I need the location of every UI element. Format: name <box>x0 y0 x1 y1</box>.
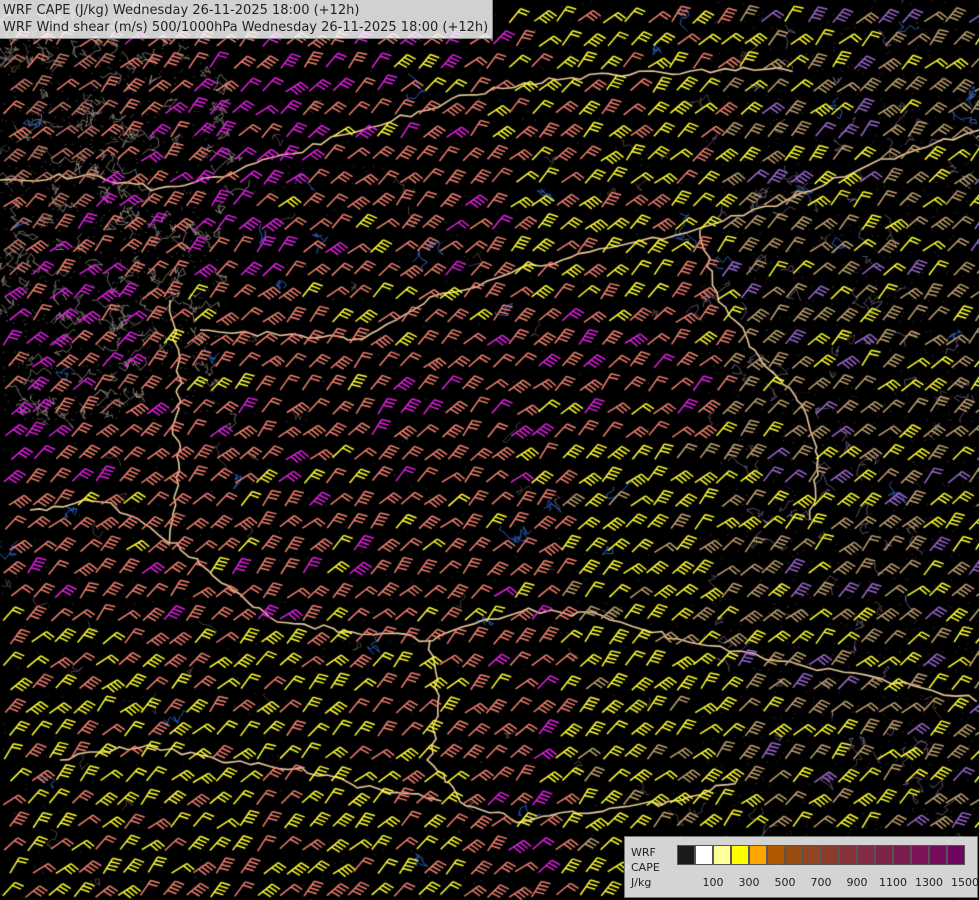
legend-tick-label: 1500 <box>951 876 979 889</box>
legend-swatch <box>695 845 713 865</box>
legend-swatch <box>911 845 929 865</box>
legend-swatch <box>749 845 767 865</box>
legend-model-label: WRF <box>631 846 656 859</box>
legend-swatch <box>803 845 821 865</box>
legend-unit-label: J/kg <box>631 876 652 889</box>
legend-tick-label: 900 <box>846 876 868 889</box>
map-title-box: WRF CAPE (J/kg) Wednesday 26-11-2025 18:… <box>0 0 494 39</box>
legend-swatch <box>893 845 911 865</box>
legend-ticks: 100 300 500 700 900 1100 1300 1500 <box>677 876 979 890</box>
legend-swatch <box>839 845 857 865</box>
legend-tick-label: 1300 <box>915 876 943 889</box>
legend-labels: WRF CAPE J/kg <box>631 845 660 890</box>
cape-legend: WRF CAPE J/kg 100 300 500 700 900 1100 1300 150… <box>624 836 979 898</box>
legend-tick-label: 100 <box>702 876 724 889</box>
legend-tick-label: 300 <box>738 876 760 889</box>
cape-title: WRF CAPE (J/kg) Wednesday 26-11-2025 18:… <box>3 3 360 18</box>
legend-swatch <box>767 845 785 865</box>
legend-tick-label: 500 <box>774 876 796 889</box>
legend-swatch <box>677 845 695 865</box>
legend-swatch <box>713 845 731 865</box>
legend-swatch <box>731 845 749 865</box>
legend-tick-label: 1100 <box>879 876 907 889</box>
legend-swatch <box>875 845 893 865</box>
legend-swatch <box>785 845 803 865</box>
legend-swatch <box>857 845 875 865</box>
legend-variable-label: CAPE <box>631 861 660 874</box>
legend-swatch <box>821 845 839 865</box>
legend-swatch <box>947 845 965 865</box>
legend-swatch <box>929 845 947 865</box>
legend-tick-label: 700 <box>810 876 832 889</box>
legend-color-scale <box>677 845 965 865</box>
wind-shear-title: WRF Wind shear (m/s) 500/1000hPa Wednesd… <box>3 20 489 35</box>
cape-windshear-map <box>0 0 979 900</box>
